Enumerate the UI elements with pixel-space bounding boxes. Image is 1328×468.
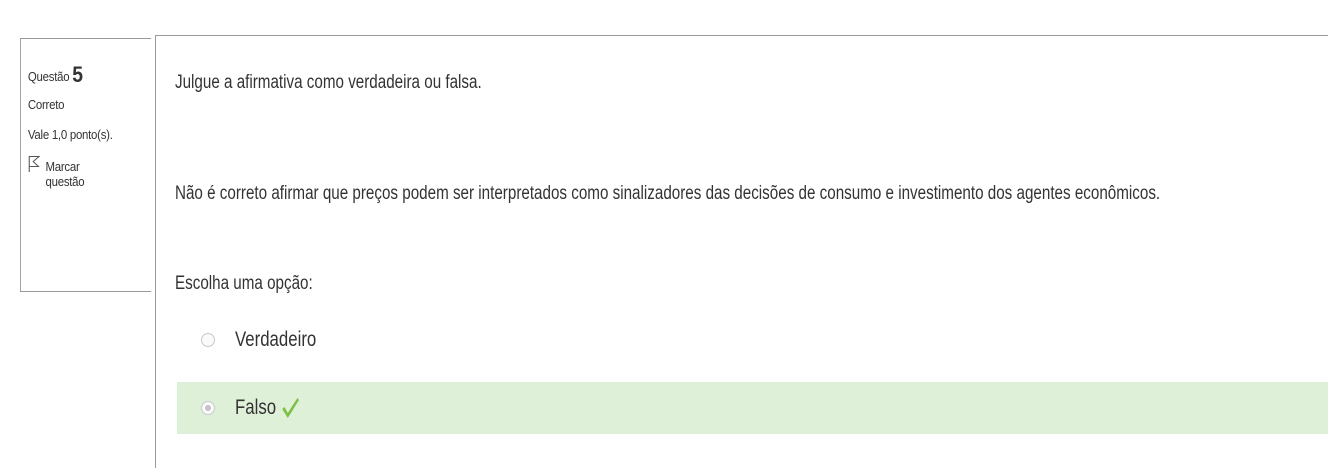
question-instruction: Julgue a afirmativa como verdadeira ou f… (175, 72, 482, 93)
option-label: Verdadeiro (235, 328, 317, 351)
flag-icon (28, 155, 41, 172)
question-state: Correto (27, 97, 65, 112)
question-content: Julgue a afirmativa como verdadeira ou f… (155, 35, 1328, 468)
check-icon (282, 398, 300, 418)
question-label: Questão (27, 69, 70, 84)
flag-question-link[interactable]: Marcar questão (28, 155, 151, 189)
option-label: Falso (235, 396, 277, 419)
flag-label-line1: Marcar (45, 159, 80, 174)
option-verdadeiro[interactable]: Verdadeiro (177, 314, 1328, 366)
flag-label-line2: questão (45, 174, 85, 189)
question-number-line: Questão 5 (27, 62, 151, 87)
question-grade: Vale 1,0 ponto(s). (27, 127, 113, 142)
question-statement: Não é correto afirmar que preços podem s… (175, 183, 1161, 204)
question-number: 5 (72, 62, 83, 87)
radio-icon[interactable] (201, 401, 215, 415)
quiz-page: Questão 5 Correto Vale 1,0 ponto(s). Mar… (0, 0, 1328, 468)
answer-prompt: Escolha uma opção: (175, 273, 313, 294)
radio-icon[interactable] (201, 333, 215, 347)
option-falso[interactable]: Falso (177, 382, 1328, 434)
question-info-box: Questão 5 Correto Vale 1,0 ponto(s). Mar… (20, 38, 152, 292)
